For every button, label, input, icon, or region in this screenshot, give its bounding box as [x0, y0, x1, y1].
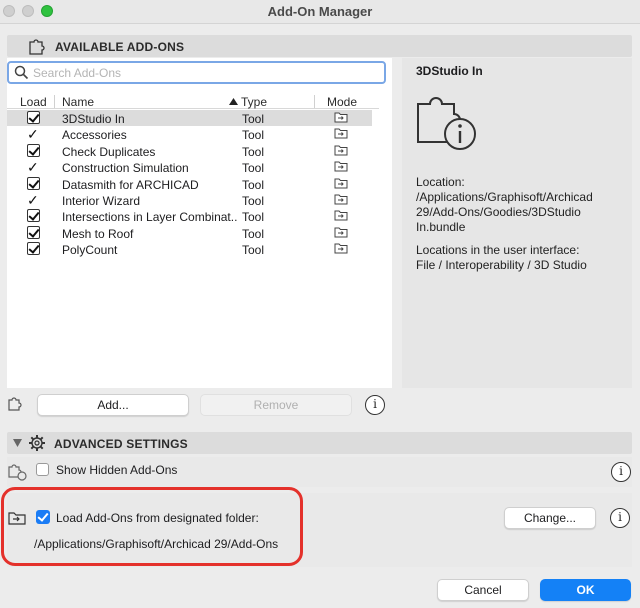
addon-name: Interior Wizard [62, 194, 141, 208]
table-row[interactable]: Datasmith for ARCHICAD Tool [7, 176, 372, 192]
table-row[interactable]: ✓ Accessories Tool [7, 126, 372, 142]
table-row[interactable]: Intersections in Layer Combinat... Tool [7, 208, 372, 224]
column-load[interactable]: Load [20, 95, 47, 109]
search-icon [14, 65, 29, 80]
location-label: Location: [416, 175, 465, 189]
table-row[interactable]: ✓ Interior Wizard Tool [7, 192, 372, 208]
folder-mode-icon[interactable] [334, 177, 348, 192]
ui-location-label: Locations in the user interface: [416, 243, 580, 257]
load-checkbox[interactable] [27, 209, 41, 223]
column-mode[interactable]: Mode [327, 95, 357, 109]
addon-name: Intersections in Layer Combinat... [62, 210, 237, 225]
advanced-settings-header[interactable]: ADVANCED SETTINGS [7, 432, 632, 454]
addon-name: PolyCount [62, 243, 118, 258]
addon-name: Mesh to Roof [62, 226, 134, 241]
title-bar: Add-On Manager [0, 0, 640, 24]
addon-name: Construction Simulation [62, 161, 189, 176]
load-tick-icon[interactable]: ✓ [27, 160, 41, 174]
addon-type: Tool [242, 128, 265, 143]
addon-name: Check Duplicates [62, 144, 156, 159]
search-field [7, 61, 386, 84]
addon-name: Datasmith for ARCHICAD [62, 177, 199, 192]
add-button[interactable]: Add... [37, 394, 189, 416]
show-hidden-info-icon[interactable]: i [611, 462, 631, 482]
folder-mode-icon[interactable] [334, 209, 348, 224]
load-checkbox[interactable] [27, 111, 41, 125]
puzzle-info-icon [417, 97, 476, 150]
advanced-settings-title: ADVANCED SETTINGS [54, 437, 188, 451]
disclosure-triangle-icon[interactable] [13, 439, 22, 447]
column-separator [54, 95, 55, 108]
remove-button[interactable]: Remove [200, 394, 352, 416]
addons-list-panel: Load Name Type Mode 3DStudio In Tool ✓ Acce… [7, 58, 392, 416]
designated-folder-info-icon[interactable]: i [610, 508, 630, 528]
puzzle-icon [29, 39, 45, 55]
available-addons-header: AVAILABLE ADD-ONS [7, 35, 632, 57]
addon-type: Tool [242, 161, 265, 176]
cancel-button[interactable]: Cancel [437, 579, 529, 601]
gear-icon [29, 435, 45, 451]
table-row[interactable]: PolyCount Tool [7, 241, 372, 257]
column-type[interactable]: Type [241, 95, 267, 109]
table-row[interactable]: ✓ Construction Simulation Tool [7, 159, 372, 175]
load-checkbox[interactable] [27, 143, 41, 158]
folder-mode-icon[interactable] [334, 226, 348, 241]
puzzle-eye-icon [8, 464, 27, 481]
details-panel: 3DStudio In Location: /Applications/Grap… [402, 58, 632, 388]
folder-mode-icon[interactable] [334, 111, 348, 126]
folder-mode-icon[interactable] [334, 242, 348, 257]
load-checkbox[interactable] [27, 242, 41, 256]
details-title: 3DStudio In [416, 64, 483, 78]
ok-button[interactable]: OK [540, 579, 631, 601]
window-title: Add-On Manager [267, 4, 373, 19]
table-row[interactable]: Check Duplicates Tool [7, 143, 372, 159]
addon-type: Tool [242, 177, 265, 192]
addon-type: Tool [242, 243, 265, 258]
search-input[interactable] [33, 65, 373, 81]
addon-name: Accessories [62, 128, 127, 143]
folder-mode-icon[interactable] [334, 127, 348, 142]
table-row[interactable]: Mesh to Roof Tool [7, 225, 372, 241]
sort-ascending-icon [229, 98, 238, 105]
column-name[interactable]: Name [62, 95, 94, 109]
show-hidden-checkbox[interactable] [36, 463, 49, 476]
show-hidden-label: Show Hidden Add-Ons [56, 463, 178, 477]
info-icon[interactable]: i [365, 395, 385, 415]
folder-mode-icon[interactable] [334, 144, 348, 159]
folder-mode-icon[interactable] [334, 193, 348, 208]
puzzle-small-icon [8, 397, 22, 411]
ui-location-path: File / Interoperability / 3D Studio [416, 258, 587, 272]
available-addons-title: AVAILABLE ADD-ONS [55, 40, 185, 54]
folder-mode-icon[interactable] [334, 160, 348, 175]
addon-type: Tool [242, 226, 265, 241]
load-checkbox[interactable] [27, 225, 41, 240]
addon-type: Tool [242, 194, 265, 208]
addon-type: Tool [242, 112, 265, 126]
addon-name: 3DStudio In [62, 112, 125, 126]
change-folder-button[interactable]: Change... [504, 507, 596, 529]
highlight-annotation [1, 487, 303, 566]
load-checkbox[interactable] [27, 176, 41, 191]
addon-type: Tool [242, 144, 265, 159]
column-separator [314, 95, 315, 108]
location-path: /Applications/Graphisoft/Archicad 29/Add… [416, 190, 593, 234]
addon-type: Tool [242, 210, 265, 225]
table-row[interactable]: 3DStudio In Tool [7, 110, 372, 126]
load-tick-icon[interactable]: ✓ [27, 193, 41, 207]
show-hidden-row: Show Hidden Add-Ons i [7, 457, 632, 487]
load-tick-icon[interactable]: ✓ [27, 127, 41, 141]
table-header: Load Name Type Mode [7, 94, 379, 109]
